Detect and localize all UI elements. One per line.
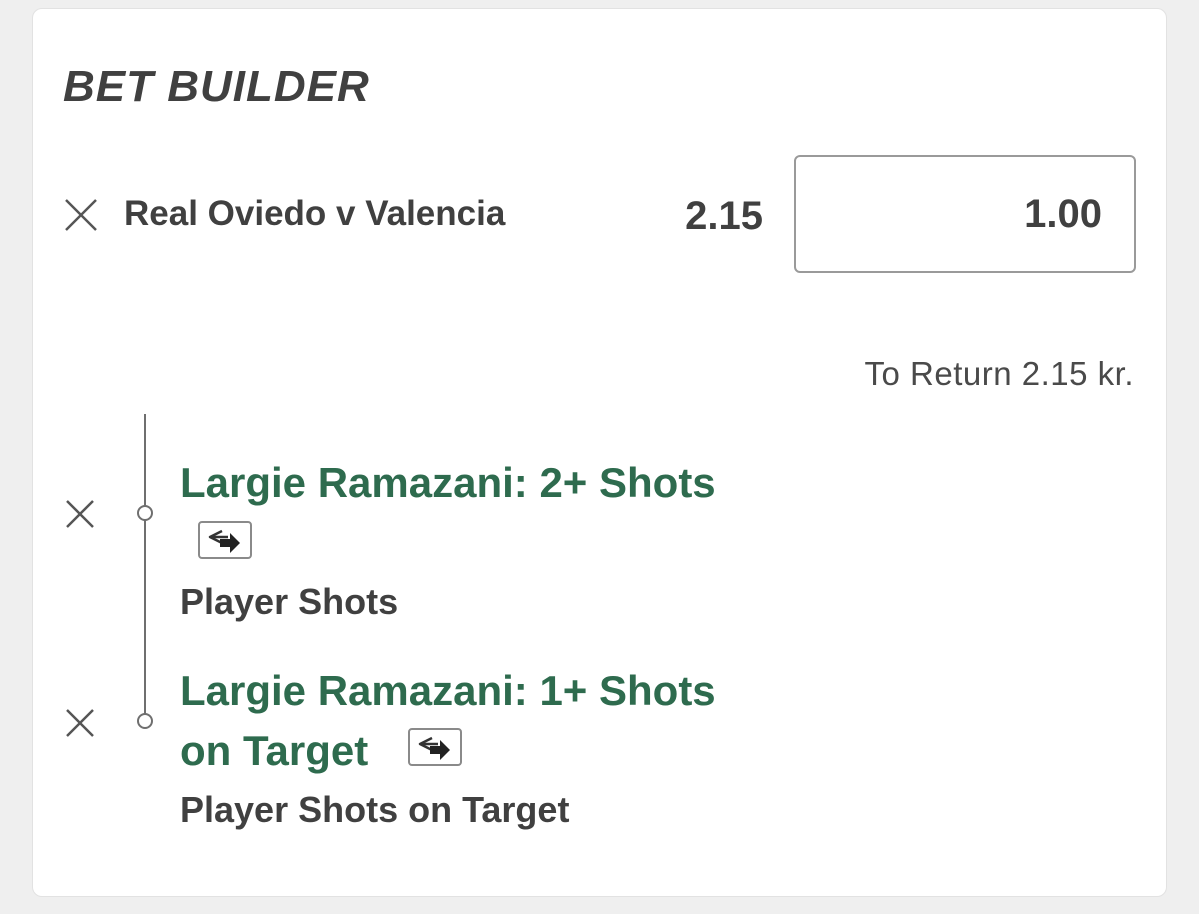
selection-title-line2: on Target — [180, 727, 369, 774]
selection-timeline-line — [144, 414, 146, 722]
bet-builder-card: BET BUILDER Real Oviedo v Valencia 2.15 … — [32, 8, 1167, 897]
remove-selection-close-icon[interactable] — [65, 708, 95, 738]
remove-selection-close-icon[interactable] — [65, 499, 95, 529]
selection-market: Player Shots on Target — [180, 789, 570, 830]
event-name: Real Oviedo v Valencia — [124, 194, 506, 233]
odds-value: 2.15 — [685, 194, 763, 238]
selection-market: Player Shots — [180, 581, 399, 622]
swap-arrows-icon[interactable] — [408, 728, 462, 766]
timeline-dot — [137, 505, 153, 521]
selection-title: Largie Ramazani: 1+ Shots — [180, 667, 716, 714]
selection-title: Largie Ramazani: 2+ Shots — [180, 459, 716, 506]
stake-input[interactable] — [794, 155, 1136, 273]
bet-builder-title: BET BUILDER — [63, 62, 370, 111]
timeline-dot — [137, 713, 153, 729]
to-return-text: To Return 2.15 kr. — [864, 355, 1134, 392]
swap-arrows-icon[interactable] — [198, 521, 252, 559]
remove-event-close-icon[interactable] — [64, 198, 98, 232]
